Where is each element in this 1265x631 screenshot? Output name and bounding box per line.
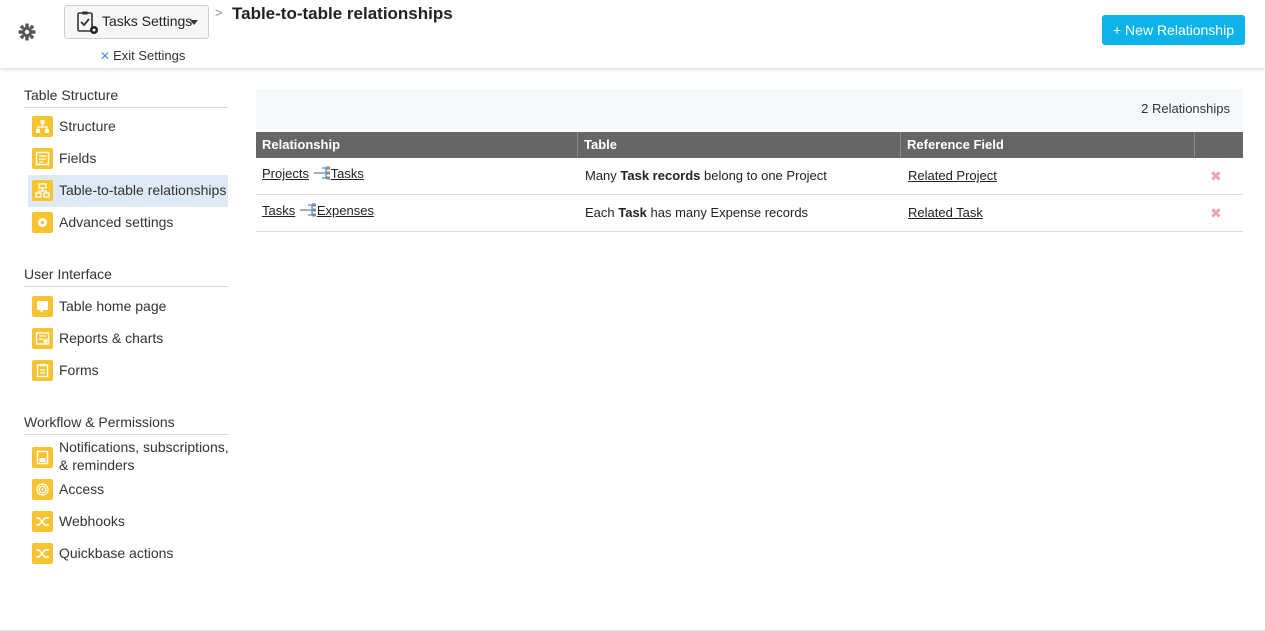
description-bold: Task records [620, 168, 701, 183]
page-title: Table-to-table relationships [232, 4, 453, 23]
sidebar-item-access[interactable]: Access [28, 474, 228, 506]
sidebar-item-label: Reports & charts [59, 330, 164, 346]
sidebar-item-structure[interactable]: Structure [28, 111, 228, 143]
quickbase-actions-icon [32, 543, 53, 564]
sidebar-item-label: Quickbase actions [59, 545, 174, 561]
structure-icon [32, 116, 53, 137]
reports-icon [32, 328, 53, 349]
webhooks-icon [32, 511, 53, 532]
sidebar-item-forms[interactable]: Forms [28, 355, 228, 387]
relationships-icon [32, 180, 53, 201]
sidebar-item-quickbase-actions[interactable]: Quickbase actions [28, 538, 228, 570]
table-description-cell: Each Task has many Expense records [585, 205, 808, 220]
advanced-settings-icon [32, 212, 53, 233]
section-heading-workflow-permissions: Workflow & Permissions [24, 414, 228, 435]
column-header-table[interactable]: Table [578, 132, 901, 158]
relationship-to-link[interactable]: Expenses [317, 203, 374, 218]
description-suffix: belong to one Project [700, 168, 827, 183]
delete-icon[interactable]: ✖ [1210, 168, 1222, 185]
sidebar-item-label: Table-to-table relationships [59, 182, 227, 198]
table-header-row: Relationship Table Reference Field [256, 132, 1243, 158]
relationship-icon [313, 166, 330, 180]
breadcrumb-separator: > [215, 5, 223, 20]
column-header-actions [1195, 132, 1243, 158]
forms-icon [32, 360, 53, 381]
reference-field-link[interactable]: Related Task [908, 205, 983, 220]
top-bar: Tasks Settings ✕ Exit Settings > Table-to… [0, 0, 1265, 68]
relationships-table: Relationship Table Reference Field Proje… [256, 132, 1243, 232]
sidebar-item-table-to-table-relationships[interactable]: Table-to-table relationships [28, 175, 228, 207]
sidebar-item-reports-charts[interactable]: Reports & charts [28, 323, 228, 355]
fields-icon [32, 148, 53, 169]
sidebar: Table Structure Structure Fields Table-t… [0, 68, 240, 631]
sidebar-item-label: Table home page [59, 298, 167, 314]
exit-settings-link[interactable]: ✕ Exit Settings [100, 48, 185, 63]
relationship-from-link[interactable]: Projects [262, 166, 309, 181]
close-icon: ✕ [100, 49, 111, 63]
relationship-icon [299, 203, 316, 217]
chevron-down-icon [190, 20, 198, 25]
sidebar-item-webhooks[interactable]: Webhooks [28, 506, 228, 538]
table-settings-dropdown[interactable]: Tasks Settings [64, 5, 209, 39]
sidebar-item-fields[interactable]: Fields [28, 143, 228, 175]
sidebar-item-label: Forms [59, 362, 99, 378]
relationship-from-link[interactable]: Tasks [262, 203, 295, 218]
column-header-relationship[interactable]: Relationship [256, 132, 578, 158]
gear-icon[interactable] [17, 22, 37, 42]
app-root: Tasks Settings ✕ Exit Settings > Table-to… [0, 0, 1265, 631]
home-page-icon [32, 296, 53, 317]
column-header-reference-field[interactable]: Reference Field [901, 132, 1195, 158]
sidebar-item-table-home-page[interactable]: Table home page [28, 291, 228, 323]
description-prefix: Each [585, 205, 619, 220]
description-bold: Task [618, 205, 647, 220]
table-settings-icon [77, 11, 98, 34]
sidebar-item-notifications[interactable]: Notifications, subscriptions, & reminder… [28, 438, 229, 476]
relationships-count: 2 Relationships [1141, 101, 1230, 116]
table-description-cell: Many Task records belong to one Project [585, 168, 827, 183]
exit-settings-label: Exit Settings [113, 48, 186, 63]
relationship-to-link[interactable]: Tasks [331, 166, 364, 181]
sidebar-item-label: Notifications, subscriptions, & reminder… [59, 439, 229, 473]
sidebar-item-label: Fields [59, 150, 97, 166]
relationships-summary-bar: 2 Relationships [256, 89, 1243, 129]
reference-field-link[interactable]: Related Project [908, 168, 997, 183]
description-prefix: Many [585, 168, 621, 183]
relationship-cell: Tasks Expenses [262, 203, 374, 218]
table-settings-label: Tasks Settings [102, 13, 193, 29]
section-heading-table-structure: Table Structure [24, 87, 228, 108]
relationship-cell: Projects Tasks [262, 166, 364, 181]
section-heading-user-interface: User Interface [24, 266, 228, 287]
sidebar-item-advanced-settings[interactable]: Advanced settings [28, 207, 228, 239]
notifications-icon [32, 447, 53, 468]
sidebar-item-label: Structure [59, 118, 116, 134]
description-suffix: has many Expense records [646, 205, 809, 220]
new-relationship-button[interactable]: + New Relationship [1102, 15, 1245, 45]
sidebar-item-label: Advanced settings [59, 214, 174, 230]
sidebar-item-label: Access [59, 481, 105, 497]
sidebar-item-label: Webhooks [59, 513, 125, 529]
delete-icon[interactable]: ✖ [1210, 205, 1222, 222]
table-row: Projects Tasks Many Task records belong … [256, 158, 1243, 195]
table-row: Tasks Expenses Each Task has many Expens… [256, 195, 1243, 232]
access-icon [32, 479, 53, 500]
